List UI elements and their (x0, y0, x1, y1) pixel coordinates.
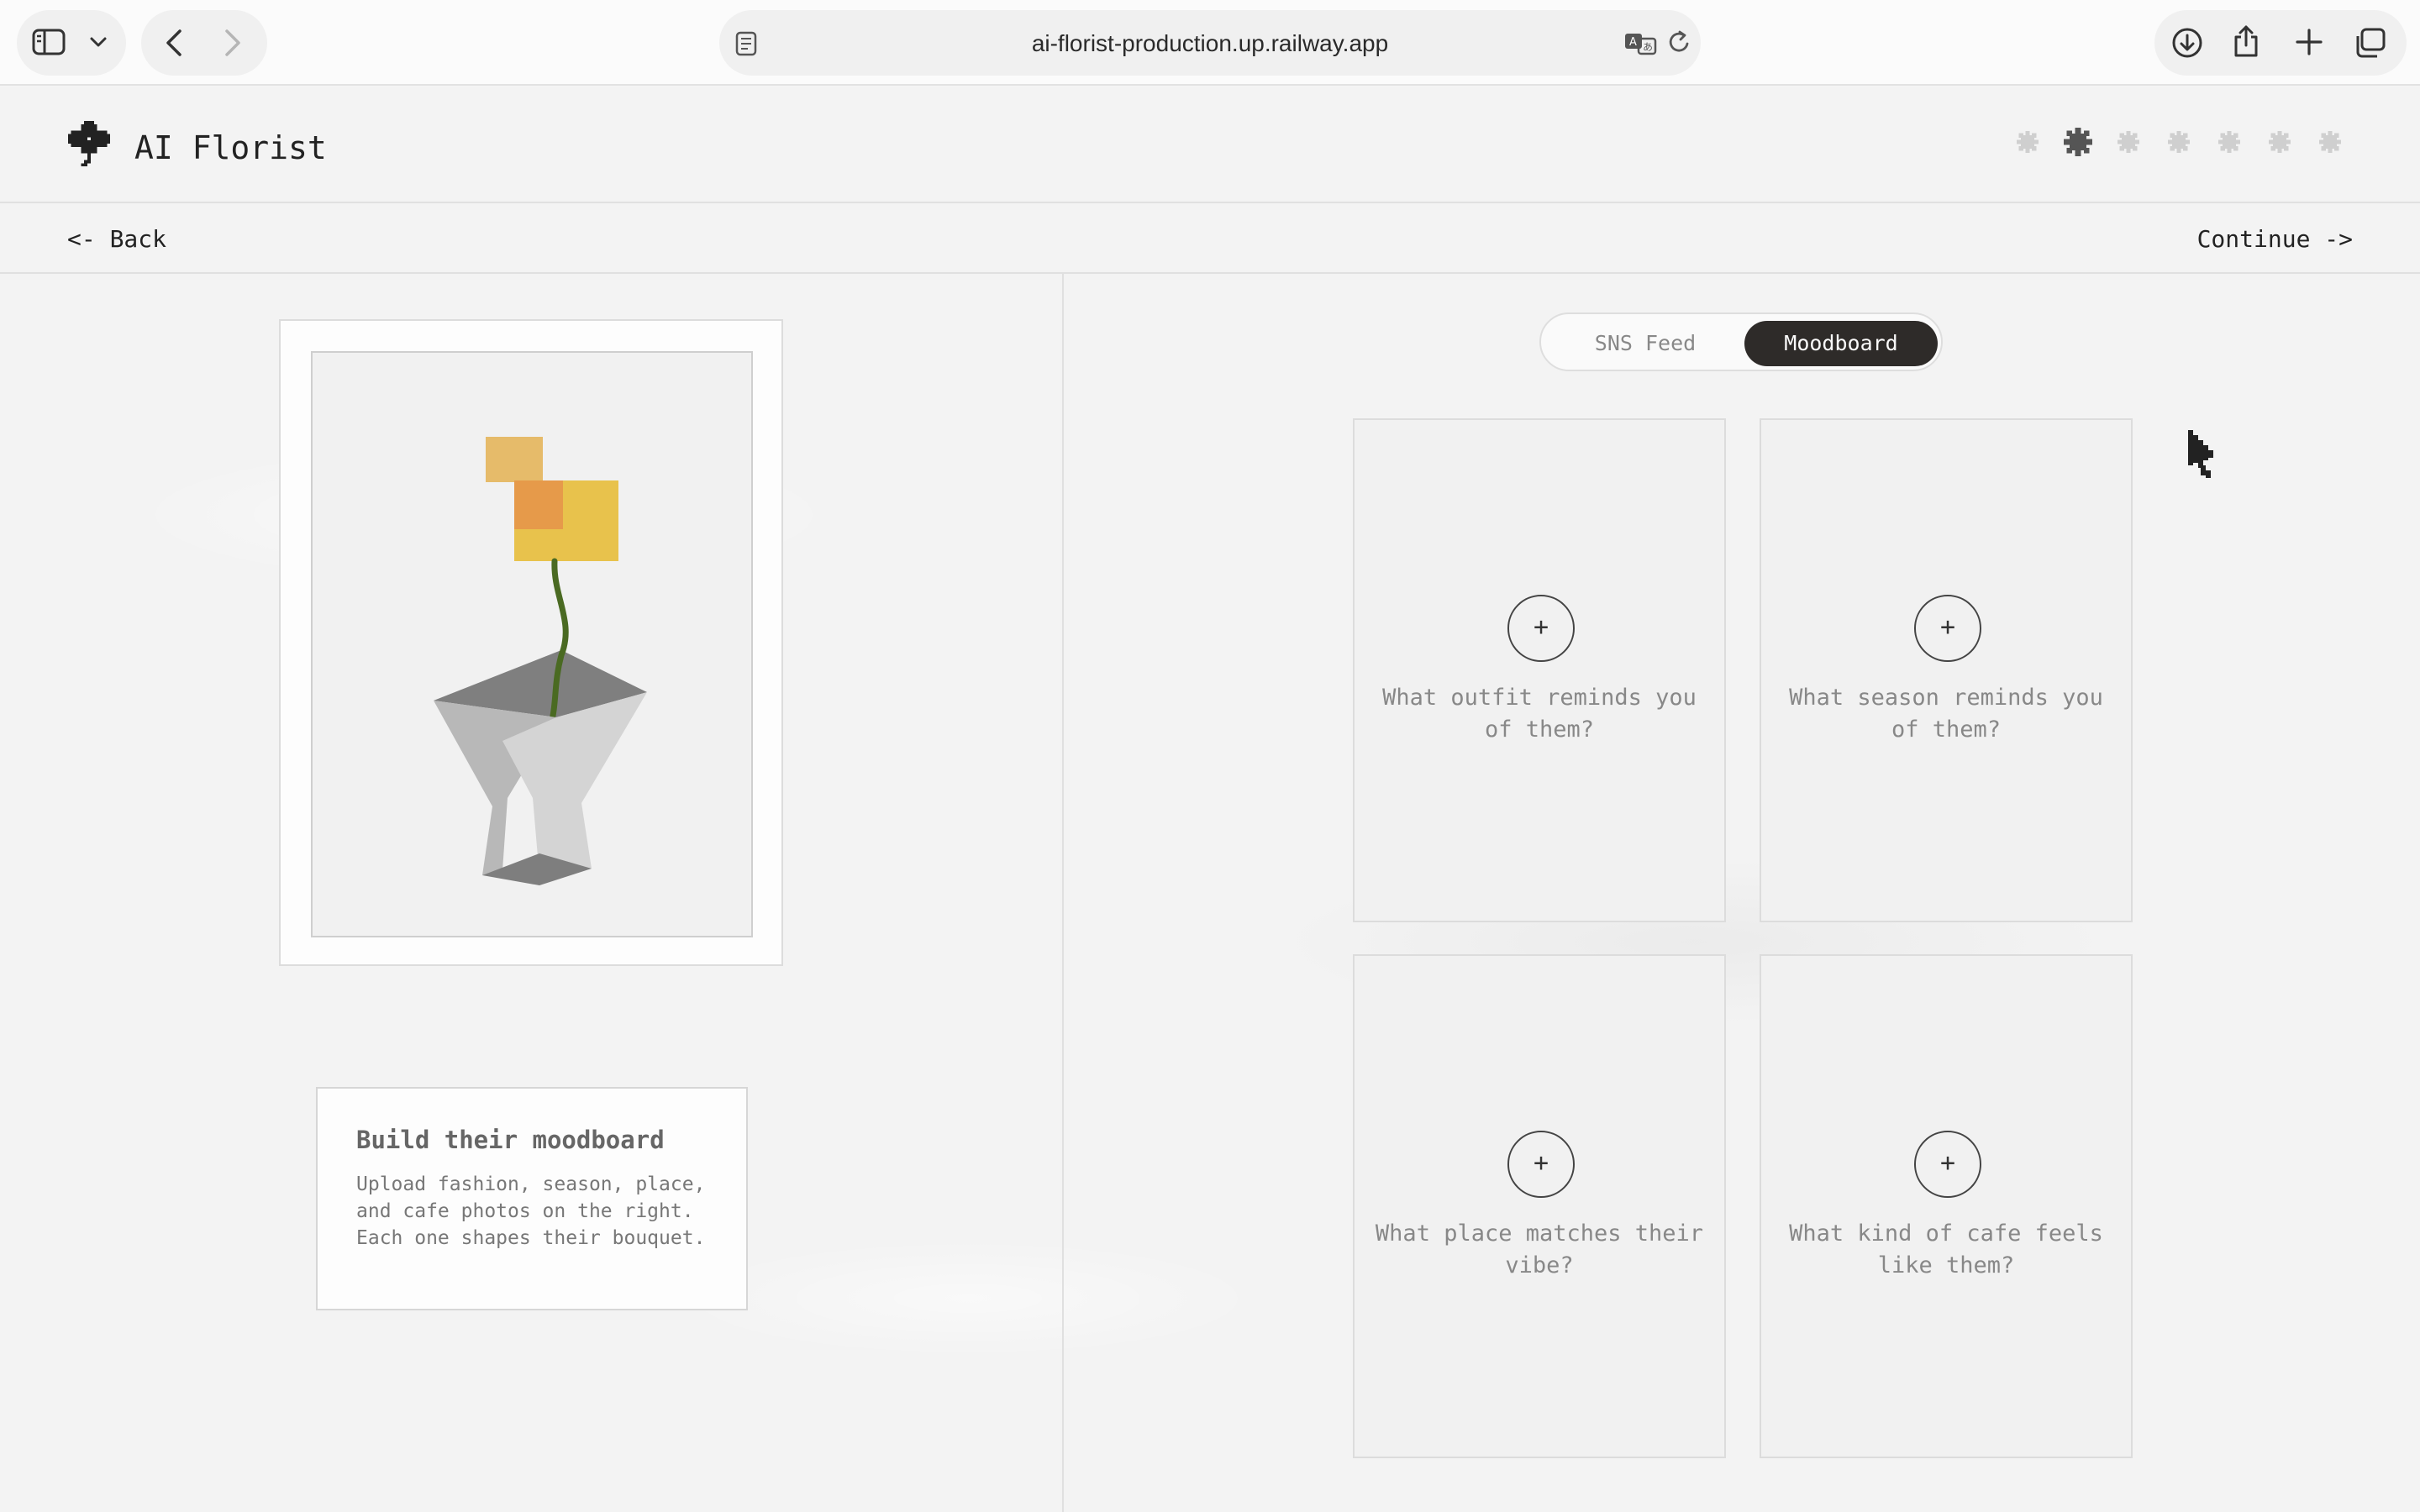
share-icon[interactable] (2232, 24, 2260, 59)
mouse-cursor-icon (2188, 430, 2218, 485)
tab-moodboard[interactable]: Moodboard (1744, 321, 1938, 366)
app-title: AI Florist (134, 129, 327, 166)
view-toggle: SNS Feed Moodboard (1539, 312, 1943, 371)
instruction-title: Build their moodboard (356, 1126, 665, 1154)
address-bar[interactable]: ai-florist-production.up.railway.app Aあ (719, 10, 1701, 76)
progress-flower-icon (2064, 128, 2092, 160)
window-actions (2154, 10, 2407, 76)
panel-divider (1062, 274, 1064, 1512)
tile-prompt: What season reminds you of them? (1789, 685, 2103, 743)
flower-petal-tan (486, 437, 543, 482)
instruction-card: Build their moodboard Upload fashion, se… (316, 1087, 748, 1310)
upload-tile-outfit[interactable]: + What outfit reminds you of them? (1353, 418, 1726, 922)
sidebar-icon[interactable] (32, 27, 66, 57)
progress-flower-icon (2168, 131, 2190, 157)
progress-flower-icon (2118, 131, 2139, 157)
upload-tile-place[interactable]: + What place matches their vibe? (1353, 954, 1726, 1458)
back-button[interactable]: <- Back (67, 225, 166, 253)
new-tab-icon[interactable] (2294, 27, 2324, 57)
sidebar-controls (17, 10, 126, 76)
upload-tile-season[interactable]: + What season reminds you of them? (1760, 418, 2133, 922)
step-navigation: <- Back Continue -> (0, 205, 2420, 274)
continue-button[interactable]: Continue -> (2197, 225, 2353, 253)
add-photo-button[interactable]: + (1914, 1131, 1981, 1198)
svg-text:あ: あ (1643, 41, 1653, 53)
progress-flower-icon (2319, 131, 2341, 157)
tile-prompt: What kind of cafe feels like them? (1789, 1221, 2103, 1278)
tabs-overview-icon[interactable] (2353, 27, 2386, 59)
add-photo-button[interactable]: + (1914, 595, 1981, 662)
tab-sns-feed[interactable]: SNS Feed (1548, 321, 1743, 366)
app-header: AI Florist (0, 87, 2420, 203)
bouquet-preview-card (279, 319, 783, 966)
flower-petal-orange (514, 480, 563, 529)
forward-arrow-icon[interactable] (224, 29, 242, 57)
progress-flower-icon (2218, 131, 2240, 157)
svg-text:A: A (1629, 36, 1637, 49)
upload-tile-cafe[interactable]: + What kind of cafe feels like them? (1760, 954, 2133, 1458)
app-root: AI Florist <- Back Continue -> Build the… (0, 87, 2420, 1512)
tile-prompt: What place matches their vibe? (1375, 1221, 1704, 1278)
flower-logo-icon (67, 121, 111, 174)
browser-toolbar: ai-florist-production.up.railway.app Aあ (0, 0, 2420, 86)
download-icon[interactable] (2171, 27, 2203, 59)
bouquet-preview-canvas (311, 351, 753, 937)
add-photo-button[interactable]: + (1507, 1131, 1575, 1198)
back-arrow-icon[interactable] (165, 29, 183, 57)
history-controls (141, 10, 267, 76)
translate-icon[interactable]: Aあ (1623, 30, 1657, 55)
url-text: ai-florist-production.up.railway.app (1031, 30, 1389, 56)
progress-flower-icon (2017, 131, 2039, 157)
instruction-body: Upload fashion, season, place, and cafe … (356, 1173, 706, 1249)
add-photo-button[interactable]: + (1507, 595, 1575, 662)
bouquet-illustration (434, 437, 647, 885)
reload-icon[interactable] (1667, 29, 1692, 55)
tile-prompt: What outfit reminds you of them? (1382, 685, 1697, 743)
chevron-down-icon[interactable] (89, 35, 108, 49)
progress-flower-icon (2269, 131, 2291, 157)
